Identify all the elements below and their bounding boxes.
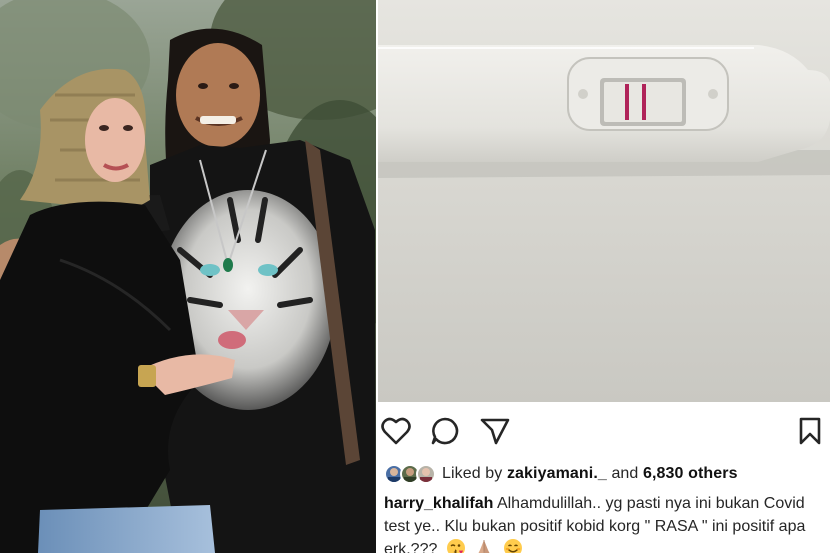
test-line-result bbox=[642, 84, 646, 120]
comment-button[interactable] bbox=[428, 414, 462, 448]
likes-summary: Liked by zakiyamani._ and 6,830 others bbox=[442, 465, 738, 483]
likes-row: Liked by zakiyamani._ and 6,830 others bbox=[384, 460, 738, 488]
likes-prefix: Liked by bbox=[442, 465, 503, 482]
liker-username[interactable]: zakiyamani._ bbox=[507, 465, 607, 482]
pregnancy-test-illustration bbox=[378, 0, 830, 402]
smiling-face-icon bbox=[503, 538, 523, 553]
likes-count[interactable]: 6,830 others bbox=[643, 465, 738, 482]
save-button[interactable] bbox=[793, 414, 827, 448]
pregnancy-test-photo bbox=[378, 0, 830, 402]
avatar bbox=[416, 464, 436, 484]
couple-photo-illustration bbox=[0, 0, 376, 553]
share-button[interactable] bbox=[478, 414, 512, 448]
folded-hands-icon bbox=[474, 538, 494, 553]
test-line-control bbox=[625, 84, 629, 120]
liker-avatars[interactable] bbox=[384, 461, 442, 487]
caption-username[interactable]: harry_khalifah bbox=[384, 495, 493, 512]
comment-icon bbox=[431, 417, 459, 445]
heart-icon bbox=[381, 417, 411, 445]
like-button[interactable] bbox=[379, 414, 413, 448]
bookmark-icon bbox=[799, 417, 821, 445]
likes-joiner: and bbox=[611, 465, 639, 482]
post-caption: harry_khalifah Alhamdulillah.. yg pasti … bbox=[384, 492, 824, 553]
paper-plane-icon bbox=[480, 418, 510, 445]
kiss-emoji-icon bbox=[446, 538, 466, 553]
instagram-post-panel: Liked by zakiyamani._ and 6,830 others h… bbox=[378, 402, 830, 553]
couple-photo bbox=[0, 0, 376, 553]
post-action-bar bbox=[378, 414, 830, 450]
